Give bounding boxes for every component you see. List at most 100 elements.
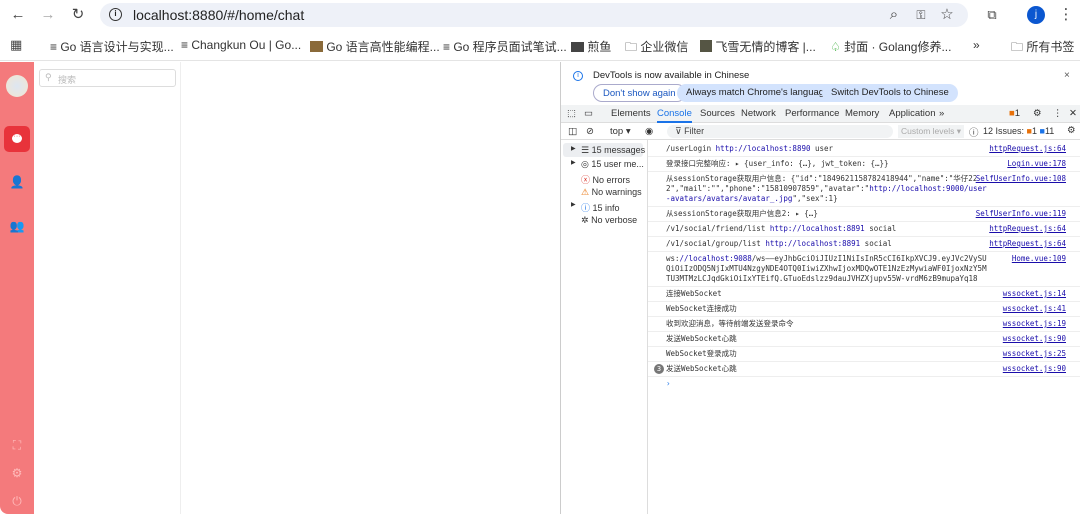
filter-warnings[interactable]: ⚠ No warnings <box>581 187 642 198</box>
message-text: 从sessionStorage获取用户信息2: ▸ {…} <box>666 209 818 218</box>
tab-performance[interactable]: Performance <box>785 108 839 119</box>
source-link[interactable]: SelfUserInfo.vue:119 <box>975 209 1066 219</box>
source-link[interactable]: httpRequest.js:64 <box>989 224 1066 234</box>
source-link[interactable]: wssocket.js:19 <box>1002 319 1066 329</box>
message-text: ws: <box>666 254 680 263</box>
context-select[interactable]: top ▾ <box>610 126 631 137</box>
tab-elements[interactable]: Elements <box>611 108 651 119</box>
all-bookmarks-folder[interactable]: 🗀 所有书签 <box>1011 38 1074 59</box>
forward-button[interactable]: → <box>38 5 58 25</box>
bookmark[interactable]: 煎鱼 <box>571 38 611 55</box>
message-link[interactable]: http://localhost:8890 <box>716 144 811 153</box>
filter-messages[interactable]: ▶ ☰ 15 messages <box>571 145 645 156</box>
search-placeholder: 搜索 <box>58 75 77 85</box>
error-count-value: 1 <box>1014 108 1021 119</box>
source-link[interactable]: httpRequest.js:64 <box>989 239 1066 249</box>
back-button[interactable]: ← <box>8 5 28 25</box>
tab-console[interactable]: Console <box>657 108 692 123</box>
repeat-count-badge: 3 <box>654 364 664 374</box>
bookmark[interactable]: ♤ 封面 · Golang修养... <box>830 38 951 55</box>
dont-show-again-button[interactable]: Don't show again <box>593 84 686 102</box>
device-toolbar-icon[interactable]: ▭ <box>584 108 593 119</box>
issues-label: 12 Issues: <box>983 126 1025 136</box>
issues-button[interactable]: 12 Issues: ■1 ■11 <box>983 126 1054 136</box>
bookmark-folder[interactable]: 🗀 企业微信 <box>625 38 688 59</box>
message-text: /v1/social/friend/list <box>666 224 770 233</box>
password-key-icon[interactable]: ⚿ <box>911 5 931 25</box>
label: No warnings <box>591 187 642 197</box>
bookmark[interactable]: 飞雪无情的博客 |... <box>700 38 816 55</box>
bookmark[interactable]: ≡ Go 程序员面试笔试... <box>443 38 567 55</box>
message-link[interactable]: http://localhost:8891 <box>765 239 860 248</box>
search-input[interactable]: ⚲ 搜索 <box>39 69 176 87</box>
match-language-button[interactable]: Always match Chrome's language <box>677 84 839 102</box>
bookmark[interactable]: ≡ Changkun Ou | Go... <box>181 38 301 52</box>
bookmark[interactable]: ≡ Go 语言设计与实现... <box>50 38 174 55</box>
tab-network[interactable]: Network <box>741 108 776 119</box>
info-icon: ⓘ <box>581 203 591 213</box>
settings-icon[interactable]: ⚙ <box>8 464 26 482</box>
settings-gear-icon[interactable]: ⚙ <box>1033 108 1042 119</box>
message-link[interactable]: //localhost:9088 <box>680 254 752 263</box>
bookmark[interactable]: Go 语言高性能编程... <box>310 38 440 55</box>
site-info-icon[interactable]: i <box>109 8 122 21</box>
reload-button[interactable]: ↻ <box>68 5 88 25</box>
friends-icon[interactable]: 👤 <box>8 173 26 191</box>
tab-sources[interactable]: Sources <box>700 108 735 119</box>
source-link[interactable]: Home.vue:109 <box>1011 254 1066 264</box>
user-avatar[interactable] <box>6 75 28 97</box>
sidebar-toggle-icon[interactable]: ◫ <box>568 126 577 137</box>
source-link[interactable]: Login.vue:178 <box>1007 159 1066 169</box>
source-link[interactable]: wssocket.js:90 <box>1002 334 1066 344</box>
groups-icon[interactable]: 👥 <box>8 217 26 235</box>
zoom-icon[interactable]: ⌕ <box>884 5 904 25</box>
filter-user-messages[interactable]: ▶ ◎ 15 user me... <box>571 159 644 170</box>
nav-chat-active[interactable]: ··· <box>4 126 30 152</box>
power-icon[interactable]: ⏻ <box>8 492 26 510</box>
source-link[interactable]: wssocket.js:41 <box>1002 304 1066 314</box>
console-toolbar: ◫ ⊘ top ▾ ◉ ⊽ Filter Custom levels ▾ ⓘ 1… <box>561 123 1080 140</box>
source-link[interactable]: httpRequest.js:64 <box>989 144 1066 154</box>
devtools-panel: i DevTools is now available in Chinese ×… <box>560 62 1080 514</box>
close-devtools-icon[interactable]: ✕ <box>1069 108 1077 119</box>
bookmark-star-icon[interactable]: ☆ <box>937 5 957 25</box>
switch-chinese-button[interactable]: Switch DevTools to Chinese <box>822 84 958 102</box>
message-text: WebSocket登录成功 <box>666 349 737 358</box>
extensions-icon[interactable]: ⧉ <box>982 5 1002 25</box>
bookmark-label: 煎鱼 <box>587 40 612 54</box>
log-levels-select[interactable]: Custom levels ▾ <box>898 125 964 138</box>
source-link[interactable]: SelfUserInfo.vue:108 <box>975 174 1066 184</box>
message-text-suffix: social <box>860 239 892 248</box>
url-text[interactable]: localhost:8880/#/home/chat <box>133 7 304 23</box>
console-settings-icon[interactable]: ⚙ <box>1067 125 1076 136</box>
more-options-icon[interactable]: ⋮ <box>1053 108 1063 119</box>
message-text: 连接WebSocket <box>666 289 722 298</box>
conversation-list: ⚲ 搜索 <box>34 62 181 514</box>
tab-application[interactable]: Application <box>889 108 935 119</box>
filter-info[interactable]: ▶ ⓘ 15 info <box>571 201 620 214</box>
profile-avatar[interactable]: j <box>1027 6 1045 24</box>
close-banner-icon[interactable]: × <box>1064 70 1070 81</box>
levels-value: Custom levels <box>901 126 955 136</box>
clear-console-icon[interactable]: ⊘ <box>586 126 594 137</box>
fullscreen-icon[interactable]: ⛶ <box>8 436 26 454</box>
filter-input[interactable]: ⊽ Filter <box>667 125 893 138</box>
console-message: 登录接口完整响应: ▸ {user_info: {…}, jwt_token: … <box>648 157 1080 172</box>
tab-memory[interactable]: Memory <box>845 108 879 119</box>
filter-errors[interactable]: ⓧ No errors <box>581 173 630 186</box>
console-prompt[interactable]: › <box>648 377 1080 391</box>
console-message: WebSocket登录成功 wssocket.js:25 <box>648 347 1080 362</box>
eye-icon[interactable]: ◉ <box>645 126 653 137</box>
more-bookmarks-button[interactable]: » <box>973 38 980 52</box>
apps-grid-icon[interactable]: ▦ <box>10 37 22 53</box>
message-link[interactable]: http://localhost:8891 <box>770 224 865 233</box>
inspect-icon[interactable]: ⬚ <box>567 108 576 119</box>
source-link[interactable]: wssocket.js:90 <box>1002 364 1066 374</box>
issues-errors: 1 <box>1031 126 1037 136</box>
filter-verbose[interactable]: ✲ No verbose <box>581 215 637 226</box>
source-link[interactable]: wssocket.js:25 <box>1002 349 1066 359</box>
error-count[interactable]: ■1 <box>1009 108 1020 119</box>
source-link[interactable]: wssocket.js:14 <box>1002 289 1066 299</box>
more-tabs-button[interactable]: » <box>939 108 944 119</box>
menu-icon[interactable]: ⋮ <box>1056 5 1076 25</box>
